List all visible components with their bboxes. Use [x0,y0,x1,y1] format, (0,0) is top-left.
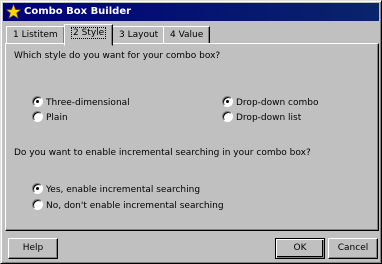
dropdown-combo-radio[interactable]: Drop-down combo [222,96,319,109]
style-question: Which style do you want for your combo b… [14,51,221,61]
radio-label: No, don't enable incremental searching [46,201,224,211]
three-dimensional-radio[interactable]: Three-dimensional [32,96,130,109]
search-question: Do you want to enable incremental search… [14,148,311,158]
plain-radio[interactable]: Plain [32,111,68,124]
window-title: Combo Box Builder [24,6,132,17]
radio-label: Drop-down combo [236,98,319,108]
radio-label: Yes, enable incremental searching [46,185,201,195]
tab-style[interactable]: 2 Style [64,24,114,46]
tab-label: 3 Layout [119,30,159,40]
tab-label: 2 Style [71,27,107,39]
combo-box-builder-window: Combo Box Builder 1 Listitem 2 Style 3 L… [0,0,382,264]
radio-indicator [32,183,43,194]
disable-search-radio[interactable]: No, don't enable incremental searching [32,199,224,212]
wizard-star-icon [6,4,21,19]
enable-search-radio[interactable]: Yes, enable incremental searching [32,183,200,196]
radio-indicator [222,96,233,107]
radio-indicator [32,96,43,107]
radio-label: Plain [46,113,68,123]
help-button-label: Help [22,243,44,253]
title-bar[interactable]: Combo Box Builder [3,3,379,21]
style-tab-panel: Which style do you want for your combo b… [5,43,379,231]
radio-label: Drop-down list [236,113,302,123]
radio-indicator [222,111,233,122]
dropdown-list-radio[interactable]: Drop-down list [222,111,301,124]
radio-indicator [32,111,43,122]
cancel-button-label: Cancel [337,243,369,253]
ok-button[interactable]: OK [275,238,325,259]
help-button[interactable]: Help [8,238,58,259]
cancel-button[interactable]: Cancel [328,238,378,259]
tab-label: 4 Value [170,30,204,40]
ok-button-label: OK [293,243,307,253]
tab-label: 1 Listitem [13,30,58,40]
radio-indicator [32,199,43,210]
radio-label: Three-dimensional [46,98,130,108]
